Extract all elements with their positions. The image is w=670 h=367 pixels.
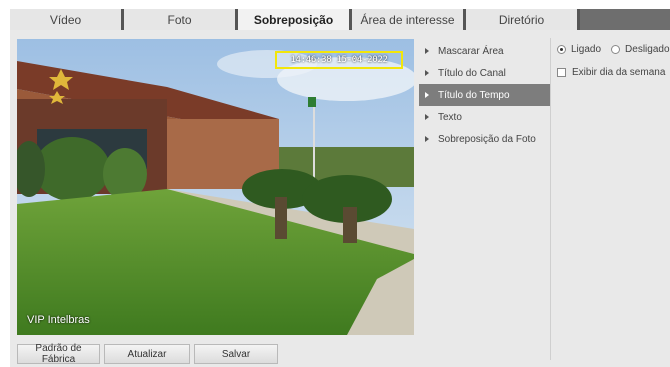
menu-item-channel-title[interactable]: Título do Canal: [419, 62, 550, 84]
tab-overlay[interactable]: Sobreposição: [238, 9, 352, 30]
show-weekday-checkbox[interactable]: [557, 67, 566, 77]
menu-item-label: Mascarar Área: [438, 45, 504, 57]
caret-right-icon: [425, 70, 429, 76]
factory-default-button[interactable]: Padrão de Fábrica: [17, 343, 100, 365]
tab-region-of-interest[interactable]: Área de interesse: [352, 9, 466, 30]
menu-item-label: Texto: [438, 111, 462, 123]
time-title-osd[interactable]: 14:46:38 15-04-2022: [275, 51, 403, 69]
tab-directory[interactable]: Diretório: [466, 9, 580, 30]
camera-preview[interactable]: 14:46:38 15-04-2022 VIP Intelbras: [17, 39, 414, 335]
channel-title-osd[interactable]: VIP Intelbras: [27, 314, 90, 326]
radio-on-label: Ligado: [571, 43, 602, 55]
time-title-options: Ligado Desligado Exibir dia da semana: [557, 42, 670, 88]
refresh-button[interactable]: Atualizar: [104, 344, 190, 364]
caret-right-icon: [425, 48, 429, 54]
tab-photo[interactable]: Foto: [124, 9, 238, 30]
menu-item-label: Sobreposição da Foto: [438, 133, 536, 145]
menu-item-time-title[interactable]: Título do Tempo: [419, 84, 550, 106]
caret-right-icon: [425, 92, 429, 98]
caret-right-icon: [425, 114, 429, 120]
tab-video[interactable]: Vídeo: [10, 9, 124, 30]
enable-radio-group: Ligado Desligado: [557, 42, 670, 56]
menu-item-photo-overlay[interactable]: Sobreposição da Foto: [419, 128, 550, 150]
menu-item-label: Título do Canal: [438, 67, 506, 79]
radio-off[interactable]: [611, 44, 621, 54]
save-button[interactable]: Salvar: [194, 344, 278, 364]
menu-item-text[interactable]: Texto: [419, 106, 550, 128]
weekday-option: Exibir dia da semana: [557, 65, 670, 79]
overlay-menu: Mascarar Área Título do Canal Título do …: [419, 40, 550, 150]
menu-item-label: Título do Tempo: [438, 89, 510, 101]
tab-bar: Vídeo Foto Sobreposição Área de interess…: [0, 0, 670, 30]
radio-off-label: Desligado: [625, 43, 670, 55]
caret-right-icon: [425, 136, 429, 142]
menu-item-mask-area[interactable]: Mascarar Área: [419, 40, 550, 62]
radio-on[interactable]: [557, 44, 566, 54]
camera-scene: [17, 39, 414, 335]
show-weekday-label: Exibir dia da semana: [572, 66, 666, 78]
panel-divider: [550, 38, 551, 360]
